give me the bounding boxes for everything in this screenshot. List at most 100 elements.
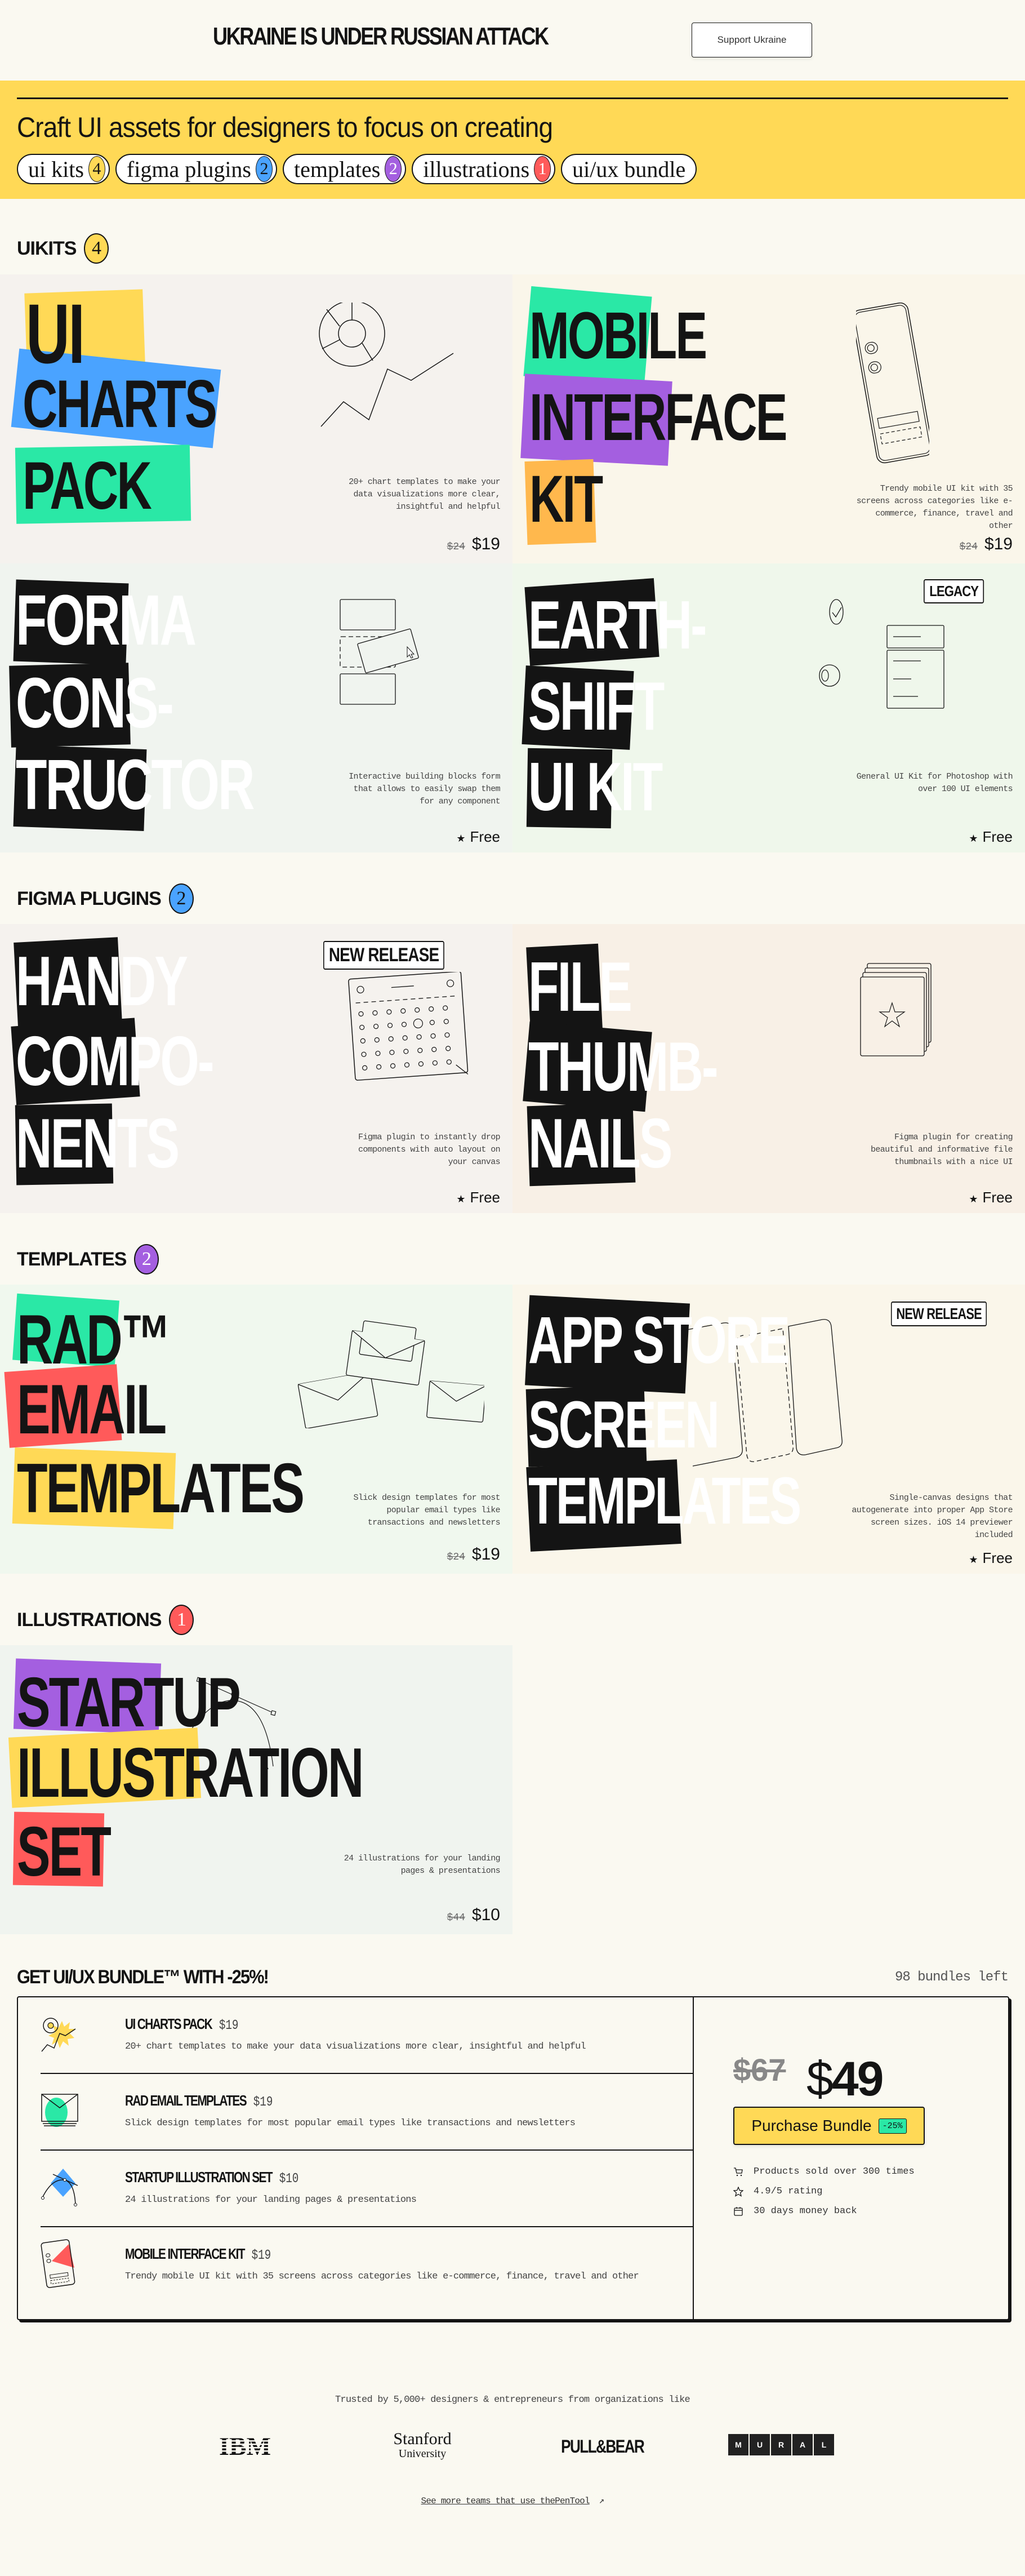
chip-label: illustrations [423, 156, 530, 182]
chart-icon [41, 2018, 76, 2052]
chip-label: ui/ux bundle [572, 156, 686, 182]
section-count-badge: 2 [134, 1244, 159, 1274]
section-heading-illustrations: ILLUSTRATIONS 1 [17, 1605, 194, 1635]
bundle-item-description: Slick design templates for most popular … [125, 2118, 576, 2129]
bundle-item-name: UI CHARTS PACK $19 [125, 2015, 239, 2033]
hero-divider [17, 97, 1008, 99]
title-line: SHIFT [522, 665, 715, 750]
title-line: COMPO- [11, 1018, 289, 1105]
bundle-item[interactable]: MOBILE INTERFACE KIT $19 Trendy mobile UI… [41, 2227, 693, 2303]
current-price: $19 [471, 535, 500, 553]
cart-icon [734, 2167, 743, 2176]
pull-and-bear-logo: PULL&BEAR [561, 2436, 645, 2457]
title-line: STARTUP [13, 1658, 326, 1738]
product-card-forma-constructor[interactable]: FORMA CONS- TRUCTOR Interactive building… [0, 563, 512, 852]
banner-title: UKRAINE IS UNDER RUSSIAN ATTACK [213, 23, 549, 50]
hero: Craft UI assets for designers to focus o… [0, 81, 1025, 199]
title-line: PACK [15, 445, 200, 524]
bundle-item-description: 24 illustrations for your landing pages … [125, 2195, 417, 2205]
current-price: Free [470, 1189, 500, 1206]
purchase-bundle-button[interactable]: Purchase Bundle -25% [733, 2107, 925, 2145]
ibm-logo: IBM [214, 2433, 276, 2458]
discount-badge: -25% [878, 2118, 907, 2134]
chip-figma-plugins[interactable]: figma plugins 2 [115, 154, 277, 184]
section-title: FIGMA PLUGINS [17, 887, 162, 909]
ukraine-banner: UKRAINE IS UNDER RUSSIAN ATTACK Support … [0, 0, 1025, 81]
current-price: Free [470, 828, 500, 845]
title-line: SCREEN [525, 1385, 792, 1467]
mural-logo-letter: M [728, 2434, 748, 2455]
hero-title: Craft UI assets for designers to focus o… [17, 112, 553, 143]
star-icon: ★ [969, 1554, 978, 1565]
chip-count: 2 [385, 156, 402, 182]
ui-elements-illustration [819, 599, 944, 709]
old-price: $24 [447, 1552, 465, 1563]
bundle-item[interactable]: STARTUP ILLUSTRATION SET $10 24 illustrat… [41, 2151, 693, 2226]
envelopes-illustration [297, 1320, 484, 1428]
title-line: RAD™ [12, 1293, 229, 1375]
mural-logo-letter: L [814, 2434, 834, 2455]
title-line: FILE [526, 943, 671, 1032]
pen-tool-icon [41, 2169, 78, 2206]
product-description: Interactive building blocks form that al… [349, 772, 500, 806]
stanford-logo: Stanford University [393, 2430, 452, 2460]
bundle-item-description: 20+ chart templates to make your data vi… [125, 2041, 586, 2052]
see-more-teams-link[interactable]: See more teams that use thePenTool [421, 2496, 590, 2506]
product-price: ★ Free [969, 1189, 1013, 1206]
product-card-rad-email-templates[interactable]: RAD™ EMAIL TEMPLATES Slick design templa… [0, 1285, 512, 1574]
bundle-perks: Products sold over 300 times 4.9/5 ratin… [733, 2166, 915, 2217]
category-chips: ui kits 4 figma plugins 2 templates 2 il… [17, 154, 697, 184]
chip-label: templates [294, 156, 381, 182]
chip-ui-ux-bundle[interactable]: ui/ux bundle [561, 154, 697, 184]
product-description: General UI Kit for Photoshop with over 1… [856, 772, 1013, 794]
chip-ui-kits[interactable]: ui kits 4 [17, 154, 110, 184]
support-ukraine-button[interactable]: Support Ukraine [692, 23, 812, 57]
product-price: $24 $19 [447, 535, 500, 554]
star-icon: ★ [969, 833, 978, 844]
title-line: THUMB- [523, 1021, 790, 1112]
bundle-item-name: STARTUP ILLUSTRATION SET $10 [125, 2169, 299, 2187]
product-card-app-store-screen-templates[interactable]: APP STORE SCREEN TEMPLATES NEW RELEASE S… [512, 1285, 1025, 1574]
mural-logo: MURAL [728, 2434, 835, 2455]
product-card-mobile-interface-kit[interactable]: MOBILE INTERFACE KIT Trendy mobile UI ki… [512, 274, 1025, 563]
title-line: CHARTS [11, 348, 291, 448]
product-price: $44 $10 [447, 1906, 500, 1925]
section-title: ILLUSTRATIONS [17, 1609, 162, 1631]
bundle-item[interactable]: UI CHARTS PACK $19 20+ chart templates to… [41, 1997, 693, 2073]
product-description: 24 illustrations for your landing pages … [344, 1854, 501, 1876]
product-card-earthshift-ui-kit[interactable]: EARTH- SHIFT UI KIT LEGACY General UI Ki… [512, 563, 1025, 852]
current-price: Free [982, 1549, 1013, 1566]
title-line: CONS- [9, 663, 233, 748]
section-count-badge: 4 [84, 233, 109, 264]
star-icon: ★ [456, 1193, 466, 1205]
star-icon: ★ [456, 833, 466, 844]
bundle-item-description: Trendy mobile UI kit with 35 screens acr… [125, 2271, 639, 2282]
title-line: NENTS [15, 1103, 241, 1185]
section-heading-figma-plugins: FIGMA PLUGINS 2 [17, 883, 194, 914]
current-price: $19 [984, 535, 1013, 553]
section-count-badge: 2 [168, 883, 194, 914]
bundle-price: $49 [806, 2052, 884, 2106]
current-price: Free [982, 828, 1013, 845]
star-icon [733, 2186, 743, 2197]
product-card-file-thumbnails[interactable]: FILE THUMB- NAILS Figma plugin for creat… [512, 924, 1025, 1213]
title-line: UI KIT [526, 748, 713, 829]
bundle-item-name: RAD EMAIL TEMPLATES $19 [125, 2092, 273, 2110]
new-release-tag: NEW RELEASE [323, 941, 445, 970]
chip-templates[interactable]: templates 2 [283, 154, 407, 184]
bundle-panel: UI CHARTS PACK $19 20+ chart templates to… [17, 1996, 1009, 2320]
old-price: $24 [447, 541, 465, 553]
chip-illustrations[interactable]: illustrations 1 [412, 154, 556, 184]
bundle-item[interactable]: RAD EMAIL TEMPLATES $19 Slick design temp… [41, 2074, 693, 2149]
star-icon: ★ [969, 1193, 978, 1205]
current-price: Free [982, 1189, 1013, 1206]
old-price: $24 [959, 541, 978, 553]
product-description: Figma plugin for creating beautiful and … [870, 1132, 1013, 1167]
product-card-handy-components[interactable]: HANDY COMPO- NENTS NEW RELEASE Figma plu… [0, 924, 512, 1213]
product-card-ui-charts-pack[interactable]: UI CHARTS PACK 20+ chart templates to ma… [0, 274, 512, 563]
section-count-badge: 1 [169, 1605, 194, 1635]
trusted-by-text: Trusted by 5,000+ designers & entreprene… [335, 2395, 690, 2405]
product-description: Slick design templates for most popular … [353, 1493, 501, 1527]
product-card-startup-illustration-set[interactable]: STARTUP ILLUSTRATION SET 24 illustration… [0, 1645, 512, 1934]
product-price: ★ Free [969, 1549, 1013, 1567]
